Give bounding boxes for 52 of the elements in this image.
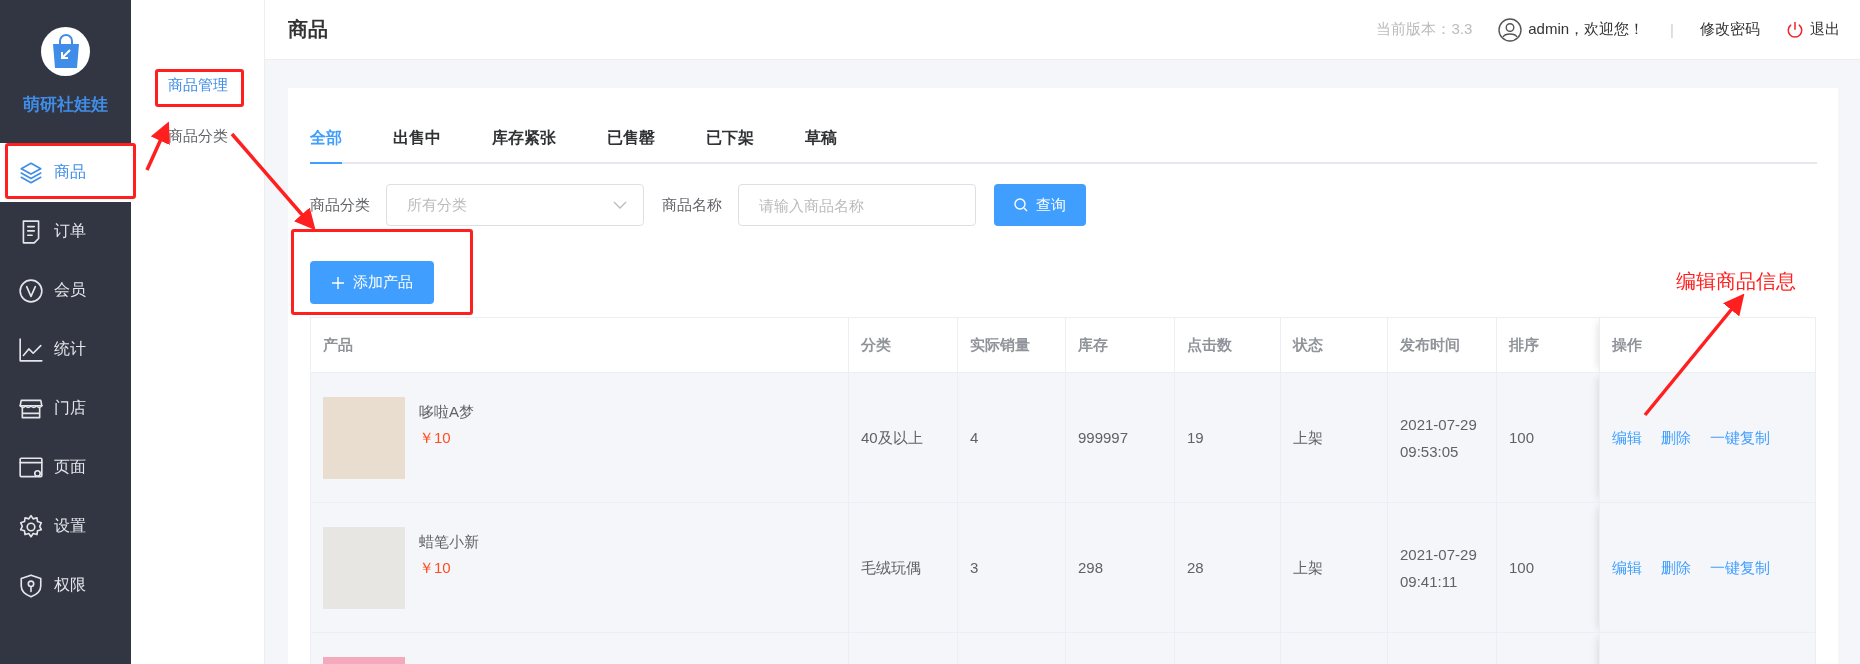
table-cell: 999997 <box>1065 372 1175 503</box>
tab[interactable]: 库存紧张 <box>492 128 556 164</box>
annotation-text: 编辑商品信息 <box>1676 269 1796 294</box>
submenu-item[interactable]: 商品管理 <box>163 76 232 95</box>
table-cell: 2021-07-29 09:53:05 <box>1387 372 1497 503</box>
page-title: 商品 <box>288 17 328 42</box>
table-cell: 2021-07-29 09:41:11 <box>1387 502 1497 633</box>
sidebar-item[interactable]: 订单 <box>0 202 131 261</box>
table-cell: 4 <box>957 372 1066 503</box>
filter-label: 商品分类 <box>310 195 370 215</box>
table-cell: 28 <box>1174 502 1281 633</box>
submenu-item[interactable]: 商品分类 <box>163 127 232 146</box>
name-input-field[interactable]: 请输入商品名称 <box>738 184 976 226</box>
column-header: 发布时间 <box>1387 317 1497 373</box>
tab[interactable]: 已下架 <box>706 128 754 164</box>
tab[interactable]: 已售罄 <box>607 128 655 164</box>
filter-label: 商品名称 <box>662 195 722 215</box>
column-header: 点击数 <box>1174 317 1281 373</box>
separator: | <box>1670 21 1674 38</box>
product-name: 蜡笔小新 <box>419 531 479 552</box>
brand-name: 萌研社娃娃 <box>23 94 108 116</box>
sidebar-item[interactable]: 权限 <box>0 556 131 615</box>
product-price: ￥10 <box>419 557 452 578</box>
table-cell: 298 <box>1065 502 1175 633</box>
column-header: 状态 <box>1280 317 1388 373</box>
sidebar-item[interactable]: 统计 <box>0 320 131 379</box>
table-cell: 上架 <box>1280 372 1388 503</box>
column-header: 分类 <box>848 317 958 373</box>
product-price: ￥10 <box>419 427 452 448</box>
logout-link[interactable]: 退出 <box>1810 20 1840 39</box>
tab[interactable]: 草稿 <box>805 128 837 164</box>
sidebar-item[interactable]: 会员 <box>0 261 131 320</box>
column-header: 排序 <box>1496 317 1600 373</box>
sidebar-item[interactable]: 门店 <box>0 379 131 438</box>
column-header: 产品 <box>310 317 849 373</box>
table-cell: 100 <box>1496 372 1600 503</box>
table-cell: 19 <box>1174 372 1281 503</box>
table-cell: 毛绒玩偶 <box>848 502 958 633</box>
column-header: 实际销量 <box>957 317 1066 373</box>
column-header: 操作 <box>1599 317 1816 373</box>
change-password-link[interactable]: 修改密码 <box>1700 20 1760 39</box>
sidebar-item[interactable]: 页面 <box>0 438 131 497</box>
table-cell: 100 <box>1496 502 1600 633</box>
product-name: 哆啦A梦 <box>419 401 474 422</box>
table-cell: 上架 <box>1280 502 1388 633</box>
column-header: 库存 <box>1065 317 1175 373</box>
welcome-text: admin，欢迎您！ <box>1528 20 1645 39</box>
table-cell: 40及以上 <box>848 372 958 503</box>
tab[interactable]: 出售中 <box>393 128 441 164</box>
sidebar-item[interactable]: 设置 <box>0 497 131 556</box>
table-cell: 3 <box>957 502 1066 633</box>
version-label: 当前版本：3.3 <box>1376 20 1473 39</box>
